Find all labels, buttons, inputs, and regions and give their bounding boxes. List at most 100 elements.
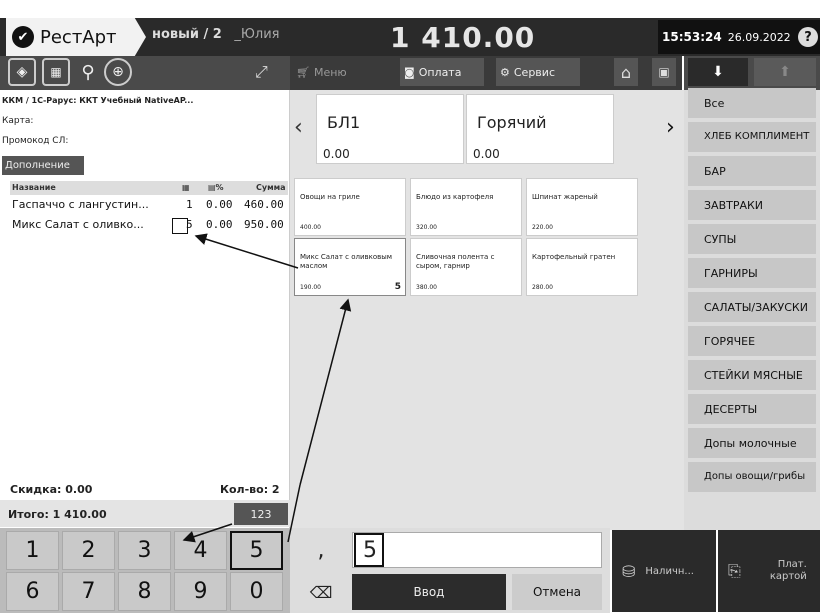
subcategory-card[interactable]: БЛ1 0.00 bbox=[316, 94, 464, 164]
restart-logo-icon: ✔ bbox=[12, 26, 34, 48]
product-price: 380.00 bbox=[416, 284, 437, 291]
key-2[interactable]: 2 bbox=[62, 531, 115, 570]
product-price: 220.00 bbox=[532, 224, 553, 231]
product-name: Блюдо из картофеля bbox=[416, 193, 494, 201]
gear-icon: ⚙ bbox=[500, 65, 510, 79]
help-icon[interactable]: ? bbox=[798, 27, 818, 47]
key-3[interactable]: 3 bbox=[118, 531, 171, 570]
category-item[interactable]: ДЕСЕРТЫ bbox=[688, 394, 816, 424]
expand-icon[interactable]: ⤢ bbox=[255, 62, 268, 82]
chevron-left-icon[interactable]: ‹ bbox=[294, 115, 303, 140]
category-item[interactable]: БАР bbox=[688, 156, 816, 186]
tab-service-label: Сервис bbox=[513, 65, 555, 79]
cancel-button[interactable]: Отмена bbox=[512, 574, 602, 610]
pay-cash-button[interactable]: ⛁ Наличн... bbox=[612, 530, 716, 612]
product-card[interactable]: Блюдо из картофеля 320.00 bbox=[410, 178, 522, 236]
category-item[interactable]: ГАРНИРЫ bbox=[688, 258, 816, 288]
product-card[interactable]: Шпинат жареный 220.00 bbox=[526, 178, 638, 236]
category-item[interactable]: Допы молочные bbox=[688, 428, 816, 458]
key-1[interactable]: 1 bbox=[6, 531, 59, 570]
category-item[interactable]: Допы овощи/грибы bbox=[688, 462, 816, 492]
col-name: Название bbox=[12, 183, 56, 192]
tab-service[interactable]: ⚙ Сервис bbox=[496, 58, 580, 86]
waiter-name: _Юлия bbox=[234, 27, 280, 42]
addon-button[interactable]: Дополнение bbox=[2, 156, 84, 175]
product-name: Шпинат жареный bbox=[532, 193, 598, 201]
discount-tag-icon[interactable]: ◈ bbox=[8, 58, 36, 86]
product-count: 5 bbox=[394, 282, 401, 292]
product-name: Овощи на гриле bbox=[300, 193, 360, 201]
product-card[interactable]: Картофельный гратен 280.00 bbox=[526, 238, 638, 296]
row-discount: 0.00 bbox=[206, 218, 233, 231]
product-price: 280.00 bbox=[532, 284, 553, 291]
category-item[interactable]: Все bbox=[688, 88, 816, 118]
key-5[interactable]: 5 bbox=[230, 531, 283, 570]
items-count: Кол-во: 2 bbox=[220, 483, 280, 496]
discount-label: Скидка: 0.00 bbox=[10, 483, 93, 496]
order-number: новый / 2 bbox=[152, 27, 222, 42]
app-name: РестАрт bbox=[40, 26, 117, 48]
arrow-down-icon[interactable]: ⬇ bbox=[688, 58, 748, 86]
row-sum: 950.00 bbox=[244, 218, 284, 231]
pay-card-button[interactable]: ⎘ Плат. картой bbox=[718, 530, 820, 612]
cart-icon: 🛒︎ bbox=[296, 65, 310, 79]
category-item[interactable]: СТЕЙКИ МЯСНЫЕ bbox=[688, 360, 816, 390]
category-item[interactable]: ЗАВТРАКИ bbox=[688, 190, 816, 220]
table-row[interactable]: Микс Салат с оливко... 5 0.00 950.00 bbox=[10, 216, 288, 234]
calculator-icon[interactable]: ▦ bbox=[42, 58, 70, 86]
card-icon: ⎘ bbox=[728, 561, 741, 580]
arrow-up-icon[interactable]: ⬆ bbox=[754, 58, 816, 86]
enter-button[interactable]: Ввод bbox=[352, 574, 506, 610]
tab-payment-label: Оплата bbox=[418, 65, 462, 79]
subcategory-title: Горячий bbox=[477, 113, 547, 132]
quantity-entry-field[interactable]: 5 bbox=[352, 532, 602, 568]
category-item[interactable]: СУПЫ bbox=[688, 224, 816, 254]
pay-card-label: Плат. картой bbox=[769, 559, 807, 582]
clock-date: 26.09.2022 bbox=[727, 30, 791, 44]
key-8[interactable]: 8 bbox=[118, 572, 171, 611]
order-total-display: 1 410.00 bbox=[390, 21, 536, 54]
promo-label: Промокод СЛ: bbox=[2, 136, 69, 146]
key-4[interactable]: 4 bbox=[174, 531, 227, 570]
row-discount: 0.00 bbox=[206, 198, 233, 211]
product-card[interactable]: Сливочная полента с сыром, гарнир 380.00 bbox=[410, 238, 522, 296]
row-qty: 1 bbox=[186, 198, 193, 211]
subcategory-card[interactable]: Горячий 0.00 bbox=[466, 94, 614, 164]
product-name: Микс Салат с оливковым маслом bbox=[300, 253, 393, 270]
search-icon[interactable]: ⚲ bbox=[74, 58, 102, 86]
folder-icon[interactable]: ▣ bbox=[652, 58, 676, 86]
product-name: Сливочная полента с сыром, гарнир bbox=[416, 253, 495, 270]
total-label: Итого: 1 410.00 bbox=[8, 508, 107, 521]
product-card[interactable]: Микс Салат с оливковым маслом 190.00 5 bbox=[294, 238, 406, 296]
product-price: 400.00 bbox=[300, 224, 321, 231]
row-name: Гаспаччо с лангустин... bbox=[12, 198, 149, 211]
clock: 15:53:24 26.09.2022 bbox=[658, 20, 820, 54]
col-sum: Сумма bbox=[256, 183, 286, 192]
clock-time: 15:53:24 bbox=[662, 30, 722, 44]
product-name: Картофельный гратен bbox=[532, 253, 616, 261]
table-row[interactable]: Гаспаччо с лангустин... 1 0.00 460.00 bbox=[10, 196, 288, 214]
key-7[interactable]: 7 bbox=[62, 572, 115, 611]
home-icon[interactable]: ⌂ bbox=[614, 58, 638, 86]
product-card[interactable]: Овощи на гриле 400.00 bbox=[294, 178, 406, 236]
product-price: 190.00 bbox=[300, 284, 321, 291]
chevron-right-icon[interactable]: › bbox=[666, 115, 675, 140]
subcategory-title: БЛ1 bbox=[327, 113, 361, 132]
backspace-icon[interactable]: ⌫ bbox=[296, 574, 346, 610]
key-6[interactable]: 6 bbox=[6, 572, 59, 611]
comma-key[interactable]: , bbox=[296, 532, 346, 568]
category-item[interactable]: ХЛЕБ КОМПЛИМЕНТ bbox=[688, 122, 816, 152]
row-sum: 460.00 bbox=[244, 198, 284, 211]
category-item[interactable]: САЛАТЫ/ЗАКУСКИ bbox=[688, 292, 816, 322]
tab-payment[interactable]: ◙ Оплата bbox=[400, 58, 484, 86]
key-0[interactable]: 0 bbox=[230, 572, 283, 611]
product-price: 320.00 bbox=[416, 224, 437, 231]
key-9[interactable]: 9 bbox=[174, 572, 227, 611]
add-item-icon[interactable]: ⊕ bbox=[104, 58, 132, 86]
category-item[interactable]: ГОРЯЧЕЕ bbox=[688, 326, 816, 356]
kkm-value: ККМ / 1С-Рарус: ККТ Учебный NativeAP... bbox=[2, 96, 194, 105]
numpad-toggle-button[interactable]: 123 bbox=[234, 503, 288, 525]
order-info[interactable]: новый / 2 _Юлия bbox=[152, 27, 280, 42]
tab-menu[interactable]: 🛒︎ Меню bbox=[296, 58, 347, 86]
subcategory-price: 0.00 bbox=[323, 147, 350, 161]
